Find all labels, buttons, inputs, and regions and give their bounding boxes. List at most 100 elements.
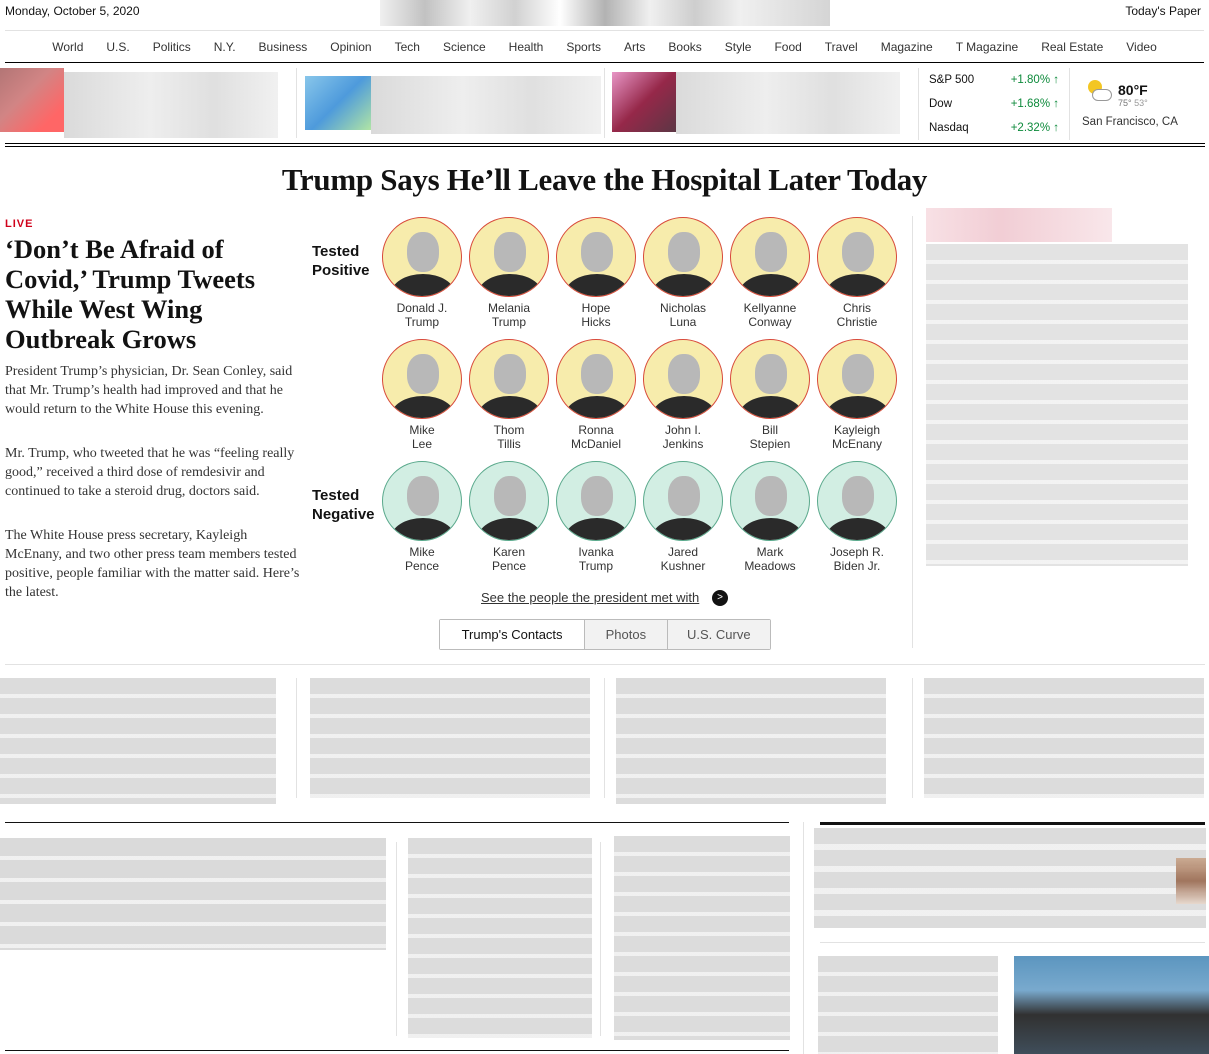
person-photo xyxy=(643,339,723,419)
promo-thumb-2[interactable] xyxy=(305,76,371,130)
main-headline[interactable]: Trump Says He’ll Leave the Hospital Late… xyxy=(0,162,1209,198)
arrow-right-icon[interactable]: > xyxy=(712,590,728,606)
nav-item-sports[interactable]: Sports xyxy=(555,40,613,54)
lede-headline[interactable]: ‘Don’t Be Afraid of Covid,’ Trump Tweets… xyxy=(5,234,265,354)
person-photo xyxy=(817,217,897,297)
person-photo xyxy=(556,461,636,541)
nav-item-real-estate[interactable]: Real Estate xyxy=(1030,40,1115,54)
person-card[interactable]: Mark Meadows xyxy=(725,461,815,573)
tab-us-curve[interactable]: U.S. Curve xyxy=(666,620,770,649)
market-change: +1.80% ↑ xyxy=(1010,74,1059,86)
person-card[interactable]: Karen Pence xyxy=(464,461,554,573)
nav-item-business[interactable]: Business xyxy=(247,40,319,54)
person-name: Ivanka Trump xyxy=(578,545,614,573)
todays-paper-link[interactable]: Today's Paper xyxy=(1125,4,1201,18)
person-name: Bill Stepien xyxy=(749,423,791,451)
person-name: Nicholas Luna xyxy=(659,301,707,329)
promo-thumb-3[interactable] xyxy=(612,72,676,132)
nav-item-arts[interactable]: Arts xyxy=(613,40,657,54)
nav-item-science[interactable]: Science xyxy=(431,40,497,54)
nav-item-magazine[interactable]: Magazine xyxy=(869,40,944,54)
person-card[interactable]: Jared Kushner xyxy=(638,461,728,573)
person-name: John I. Jenkins xyxy=(662,423,704,451)
right-column-kicker[interactable] xyxy=(926,208,1112,242)
logo-image[interactable] xyxy=(380,0,830,26)
nav-item-world[interactable]: World xyxy=(41,40,95,54)
promo-text-2[interactable] xyxy=(371,76,601,134)
tab-photos[interactable]: Photos xyxy=(584,620,667,649)
market-row[interactable]: S&P 500 +1.80% ↑ xyxy=(919,68,1069,92)
bottom-story-1[interactable] xyxy=(0,838,386,950)
story-4[interactable] xyxy=(924,678,1204,798)
person-photo xyxy=(817,461,897,541)
person-photo xyxy=(382,339,462,419)
person-photo xyxy=(469,461,549,541)
story-3[interactable] xyxy=(616,678,886,804)
right-bottom-thumb-2[interactable] xyxy=(1014,956,1209,1054)
promo-text-3[interactable] xyxy=(676,72,900,134)
story-1[interactable] xyxy=(0,678,276,804)
person-card[interactable]: Mike Pence xyxy=(377,461,467,573)
right-bottom-story-2[interactable] xyxy=(818,956,998,1054)
person-name: Hope Hicks xyxy=(581,301,611,329)
nav-item-travel[interactable]: Travel xyxy=(813,40,869,54)
person-card[interactable]: John I. Jenkins xyxy=(638,339,728,451)
right-column-story[interactable] xyxy=(926,244,1188,566)
market-row[interactable]: Nasdaq +2.32% ↑ xyxy=(919,116,1069,140)
person-card[interactable]: Ronna McDaniel xyxy=(551,339,641,451)
person-photo xyxy=(643,461,723,541)
person-name: Melania Trump xyxy=(487,301,531,329)
nav-item-opinion[interactable]: Opinion xyxy=(319,40,383,54)
person-photo xyxy=(730,217,810,297)
right-bottom-thumb-1[interactable] xyxy=(1176,858,1206,904)
person-photo xyxy=(382,217,462,297)
person-name: Karen Pence xyxy=(491,545,527,573)
nav-item-health[interactable]: Health xyxy=(497,40,555,54)
summary-paragraph-3[interactable]: The White House press secretary, Kayleig… xyxy=(5,526,300,602)
person-card[interactable]: Nicholas Luna xyxy=(638,217,728,329)
person-photo xyxy=(556,217,636,297)
nav-item-n-y-[interactable]: N.Y. xyxy=(202,40,247,54)
story-2[interactable] xyxy=(310,678,590,798)
market-change: +1.68% ↑ xyxy=(1010,98,1059,110)
person-card[interactable]: Kellyanne Conway xyxy=(725,217,815,329)
market-row[interactable]: Dow +1.68% ↑ xyxy=(919,92,1069,116)
market-name: Dow xyxy=(929,98,953,110)
person-photo xyxy=(643,217,723,297)
person-card[interactable]: Kayleigh McEnany xyxy=(812,339,902,451)
person-card[interactable]: Melania Trump xyxy=(464,217,554,329)
nav-item-books[interactable]: Books xyxy=(657,40,713,54)
nav-item-style[interactable]: Style xyxy=(713,40,763,54)
nav-item-u-s-[interactable]: U.S. xyxy=(95,40,141,54)
market-change: +2.32% ↑ xyxy=(1010,122,1059,134)
person-card[interactable]: Donald J. Trump xyxy=(377,217,467,329)
nav-item-video[interactable]: Video xyxy=(1115,40,1168,54)
person-card[interactable]: Joseph R. Biden Jr. xyxy=(812,461,902,573)
markets-widget[interactable]: S&P 500 +1.80% ↑ Dow +1.68% ↑ Nasdaq +2.32% ↑ xyxy=(918,68,1070,140)
weather-widget[interactable]: 80°F 75° 53° San Francisco, CA xyxy=(1072,74,1207,138)
bottom-story-2[interactable] xyxy=(408,838,592,1038)
person-card[interactable]: Chris Christie xyxy=(812,217,902,329)
nav-item-tech[interactable]: Tech xyxy=(383,40,431,54)
person-photo xyxy=(382,461,462,541)
person-card[interactable]: Ivanka Trump xyxy=(551,461,641,573)
summary-paragraph-2[interactable]: Mr. Trump, who tweeted that he was “feel… xyxy=(5,444,300,501)
summary-paragraph-1[interactable]: President Trump’s physician, Dr. Sean Co… xyxy=(5,362,300,419)
promo-thumb-1[interactable] xyxy=(0,68,64,132)
nav-item-food[interactable]: Food xyxy=(763,40,813,54)
person-name: Thom Tillis xyxy=(493,423,525,451)
bottom-story-3[interactable] xyxy=(614,836,790,1040)
person-card[interactable]: Bill Stepien xyxy=(725,339,815,451)
person-card[interactable]: Hope Hicks xyxy=(551,217,641,329)
person-card[interactable]: Thom Tillis xyxy=(464,339,554,451)
tab-trumps-contacts[interactable]: Trump's Contacts xyxy=(440,620,585,649)
right-bottom-story-1[interactable] xyxy=(814,828,1206,928)
nav-item-politics[interactable]: Politics xyxy=(141,40,202,54)
nav-item-t-magazine[interactable]: T Magazine xyxy=(944,40,1029,54)
live-label: LIVE xyxy=(5,218,34,230)
person-name: Donald J. Trump xyxy=(396,301,448,329)
promo-text-1[interactable] xyxy=(64,72,278,138)
person-name: Mike Lee xyxy=(409,423,435,451)
person-card[interactable]: Mike Lee xyxy=(377,339,467,451)
see-people-link[interactable]: See the people the president met with xyxy=(481,590,699,605)
